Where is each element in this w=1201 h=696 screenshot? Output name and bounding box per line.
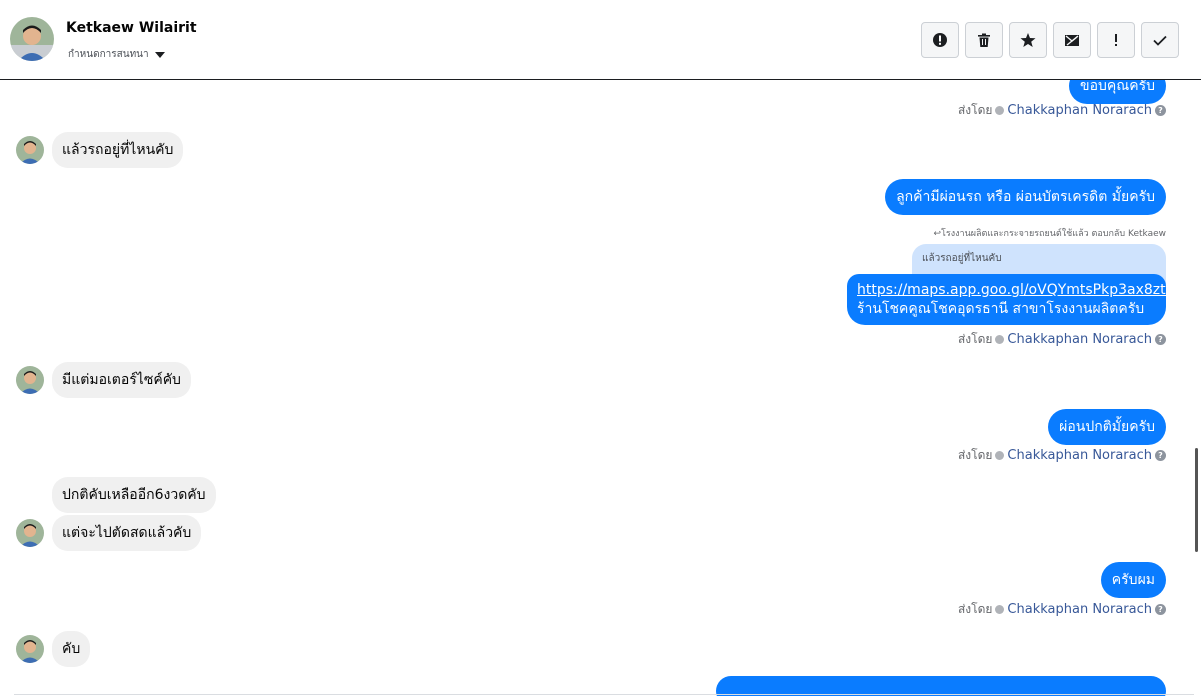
replied-message-text: แล้วรถอยู่ที่ไหนคับ bbox=[922, 253, 1002, 264]
conversation-header: Ketkaew Wilairit กำหนดการสนทนา bbox=[0, 0, 1201, 80]
star-button[interactable] bbox=[1009, 22, 1047, 58]
sent-by-label: ส่งโดย bbox=[957, 448, 993, 462]
sent-by-label: ส่งโดย bbox=[957, 332, 993, 346]
incoming-message[interactable]: คับ bbox=[52, 631, 91, 667]
contact-avatar-small[interactable] bbox=[16, 366, 44, 394]
trash-icon bbox=[978, 33, 990, 47]
outgoing-link-message[interactable]: https://maps.app.goo.gl/oVQYmtsPkp3ax8zt… bbox=[847, 274, 1175, 325]
outgoing-message[interactable]: ผ่อนปกติมั้ยครับ bbox=[1048, 409, 1166, 445]
done-button[interactable] bbox=[1141, 22, 1179, 58]
message-thread[interactable]: ขอบคุณครับ ส่งโดย Chakkaphan Norarach ? … bbox=[0, 80, 1194, 696]
outgoing-message[interactable]: ลูกค้ามีผ่อนรถ หรือ ผ่อนบัตรเครดิต มั้ยค… bbox=[885, 179, 1166, 215]
verified-icon bbox=[995, 605, 1005, 614]
contact-avatar-small[interactable] bbox=[16, 519, 44, 547]
incoming-message-row: แต่จะไปตัดสดแล้วคับ bbox=[16, 515, 202, 551]
help-icon[interactable]: ? bbox=[1155, 604, 1166, 615]
sent-by-line: ส่งโดย Chakkaphan Norarach ? bbox=[958, 330, 1166, 349]
agent-name-link[interactable]: Chakkaphan Norarach bbox=[1007, 448, 1152, 463]
incoming-message[interactable]: แต่จะไปตัดสดแล้วคับ bbox=[52, 515, 202, 551]
help-icon[interactable]: ? bbox=[1155, 105, 1166, 116]
outgoing-message-partial[interactable] bbox=[716, 676, 1166, 696]
contact-avatar[interactable] bbox=[10, 17, 54, 61]
composer-divider bbox=[14, 694, 1194, 695]
header-toolbar bbox=[921, 22, 1179, 58]
caret-down-icon bbox=[154, 51, 165, 58]
verified-icon bbox=[995, 106, 1005, 115]
sent-by-line: ส่งโดย Chakkaphan Norarach ? bbox=[958, 101, 1166, 120]
incoming-message[interactable]: ปกติคับเหลืออีก6งวดคับ bbox=[52, 477, 216, 513]
scrollbar-track[interactable] bbox=[1194, 80, 1201, 696]
subtitle-label: กำหนดการสนทนา bbox=[68, 49, 149, 60]
agent-name-link[interactable]: Chakkaphan Norarach bbox=[1007, 602, 1152, 617]
report-button[interactable] bbox=[921, 22, 959, 58]
sent-by-line: ส่งโดย Chakkaphan Norarach ? bbox=[958, 600, 1166, 619]
sent-by-line: ส่งโดย Chakkaphan Norarach ? bbox=[958, 446, 1166, 465]
incoming-message-row: คับ bbox=[16, 631, 91, 667]
contact-avatar-small[interactable] bbox=[16, 635, 44, 663]
contact-avatar-small[interactable] bbox=[16, 136, 44, 164]
spam-button[interactable] bbox=[1053, 22, 1091, 58]
reply-note: ↩โรงงานผลิตและกระจายรถยนต์ใช้แล้ว ตอบกลั… bbox=[933, 229, 1166, 239]
delete-button[interactable] bbox=[965, 22, 1003, 58]
incoming-message-row: แล้วรถอยู่ที่ไหนคับ bbox=[16, 132, 184, 168]
verified-icon bbox=[995, 451, 1005, 460]
verified-icon bbox=[995, 335, 1005, 344]
incoming-message[interactable]: แล้วรถอยู่ที่ไหนคับ bbox=[52, 132, 184, 168]
incoming-message-row: มีแต่มอเตอร์ไซค์คับ bbox=[16, 362, 191, 398]
exclamation-icon bbox=[1115, 34, 1117, 46]
star-icon bbox=[1020, 33, 1036, 47]
link-message-text: ร้านโชคคูณโชคอุดรธานี สาขาโรงงานผลิตครับ bbox=[857, 301, 1145, 317]
check-icon bbox=[1153, 35, 1167, 46]
conversation-settings-dropdown[interactable]: กำหนดการสนทนา bbox=[68, 47, 165, 62]
agent-name-link[interactable]: Chakkaphan Norarach bbox=[1007, 332, 1152, 347]
maps-link[interactable]: https://maps.app.goo.gl/oVQYmtsPkp3ax8zt… bbox=[857, 282, 1175, 298]
agent-name-link[interactable]: Chakkaphan Norarach bbox=[1007, 103, 1152, 118]
incoming-message[interactable]: มีแต่มอเตอร์ไซค์คับ bbox=[52, 362, 191, 398]
important-button[interactable] bbox=[1097, 22, 1135, 58]
outgoing-message[interactable]: ครับผม bbox=[1100, 562, 1166, 598]
help-icon[interactable]: ? bbox=[1155, 450, 1166, 461]
spam-mail-icon bbox=[1065, 35, 1079, 46]
contact-name[interactable]: Ketkaew Wilairit bbox=[66, 20, 197, 36]
sent-by-label: ส่งโดย bbox=[957, 103, 993, 117]
help-icon[interactable]: ? bbox=[1155, 334, 1166, 345]
sent-by-label: ส่งโดย bbox=[957, 602, 993, 616]
scrollbar-thumb[interactable] bbox=[1195, 448, 1198, 552]
report-icon bbox=[933, 33, 947, 47]
